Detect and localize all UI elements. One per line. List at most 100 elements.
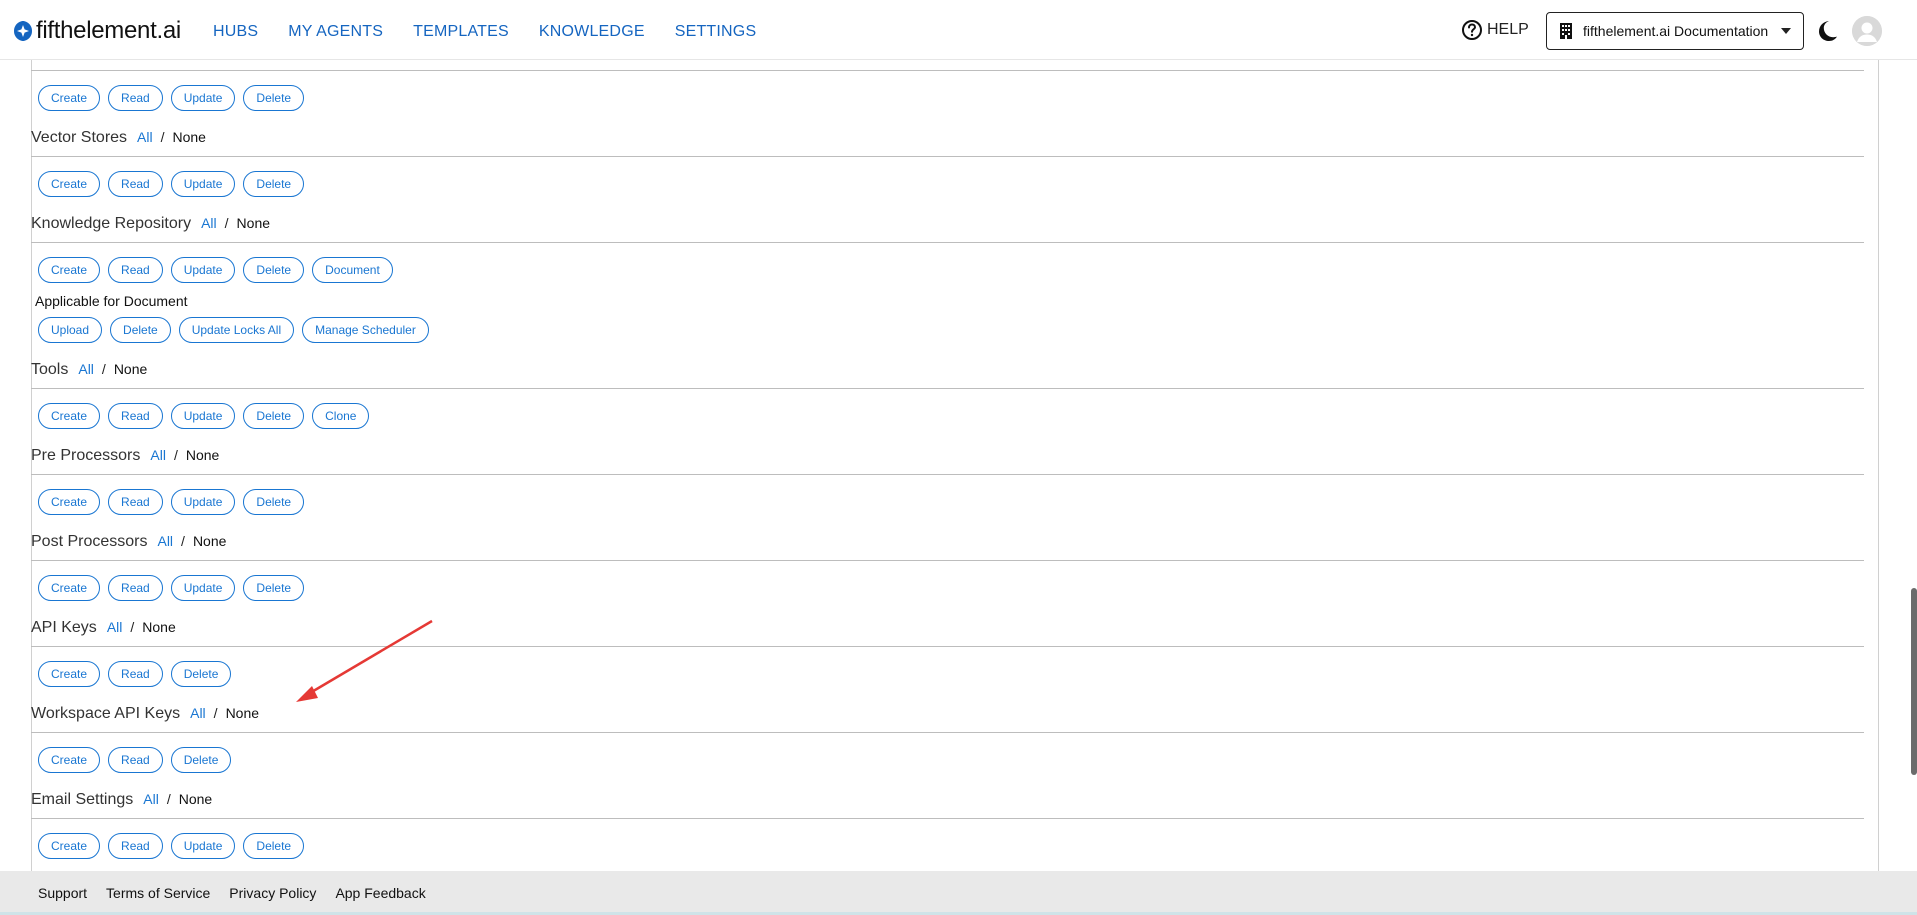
- delete-button[interactable]: Delete: [243, 403, 305, 429]
- slash-separator: /: [130, 619, 135, 635]
- select-none-link[interactable]: None: [173, 129, 206, 145]
- section-title: Tools: [31, 361, 69, 378]
- upload-button[interactable]: Upload: [38, 317, 103, 343]
- slash-separator: /: [224, 215, 229, 231]
- document-button[interactable]: Document: [312, 257, 393, 283]
- select-none-link[interactable]: None: [114, 361, 147, 377]
- dark-mode-toggle-icon[interactable]: [1814, 18, 1840, 44]
- select-none-link[interactable]: None: [193, 533, 226, 549]
- section-header: Post Processors All / None: [31, 533, 1864, 557]
- read-button[interactable]: Read: [108, 575, 163, 601]
- update-locks-all-button[interactable]: Update Locks All: [178, 317, 295, 343]
- select-all-link[interactable]: All: [150, 447, 166, 463]
- vertical-scrollbar-thumb[interactable]: [1911, 588, 1917, 775]
- slash-separator: /: [101, 361, 106, 377]
- select-all-link[interactable]: All: [190, 705, 206, 721]
- create-button[interactable]: Create: [38, 403, 101, 429]
- select-all-link[interactable]: All: [107, 619, 123, 635]
- avatar[interactable]: [1852, 16, 1882, 46]
- create-button[interactable]: Create: [38, 489, 101, 515]
- update-button[interactable]: Update: [170, 575, 236, 601]
- create-button[interactable]: Create: [38, 747, 101, 773]
- create-button[interactable]: Create: [38, 575, 101, 601]
- update-button[interactable]: Update: [170, 833, 236, 859]
- manage-scheduler-button[interactable]: Manage Scheduler: [302, 317, 429, 343]
- section-title: API Keys: [31, 619, 97, 636]
- section-divider: [31, 818, 1864, 819]
- section-header: Tools All / None: [31, 361, 1864, 385]
- slash-separator: /: [173, 447, 178, 463]
- select-none-link[interactable]: None: [237, 215, 270, 231]
- delete-button[interactable]: Delete: [170, 661, 232, 687]
- update-button[interactable]: Update: [170, 489, 236, 515]
- section-title: Workspace API Keys: [31, 705, 181, 722]
- brand-logo[interactable]: fifthelement.ai: [13, 16, 181, 46]
- section-divider: [31, 474, 1864, 475]
- footer-privacy-link[interactable]: Privacy Policy: [229, 885, 316, 901]
- select-all-link[interactable]: All: [143, 791, 159, 807]
- nav-knowledge[interactable]: KNOWLEDGE: [539, 21, 645, 43]
- footer-feedback-link[interactable]: App Feedback: [335, 885, 425, 901]
- delete-button[interactable]: Delete: [243, 171, 305, 197]
- select-all-link[interactable]: All: [137, 129, 153, 145]
- help-label: HELP: [1487, 21, 1529, 38]
- read-button[interactable]: Read: [108, 257, 163, 283]
- nav-templates[interactable]: TEMPLATES: [413, 21, 509, 43]
- create-button[interactable]: Create: [38, 171, 101, 197]
- select-none-link[interactable]: None: [226, 705, 259, 721]
- slash-separator: /: [213, 705, 218, 721]
- section-divider: [31, 242, 1864, 243]
- create-button[interactable]: Create: [38, 257, 101, 283]
- nav-hubs[interactable]: HUBS: [213, 21, 258, 43]
- update-button[interactable]: Update: [170, 257, 236, 283]
- read-button[interactable]: Read: [108, 747, 163, 773]
- help-button[interactable]: HELP: [1461, 19, 1529, 41]
- building-icon: [1560, 23, 1572, 39]
- footer-terms-link[interactable]: Terms of Service: [106, 885, 210, 901]
- section-title: Post Processors: [31, 533, 148, 550]
- top-navigation-bar: fifthelement.ai HUBS MY AGENTS TEMPLATES…: [0, 0, 1917, 60]
- delete-button[interactable]: Delete: [243, 833, 305, 859]
- update-button[interactable]: Update: [170, 171, 236, 197]
- section-pre-processors: Pre Processors All / None Create Read Up…: [31, 447, 1864, 515]
- read-button[interactable]: Read: [108, 403, 163, 429]
- update-button[interactable]: Update: [170, 403, 236, 429]
- embeddings-read-button[interactable]: Read: [108, 85, 163, 111]
- section-title: Knowledge Repository: [31, 215, 192, 232]
- delete-button[interactable]: Delete: [243, 489, 305, 515]
- read-button[interactable]: Read: [108, 833, 163, 859]
- footer-support-link[interactable]: Support: [38, 885, 87, 901]
- select-all-link[interactable]: All: [201, 215, 217, 231]
- read-button[interactable]: Read: [108, 171, 163, 197]
- section-tools: Tools All / None Create Read Update Dele…: [31, 361, 1864, 429]
- footer-links: Support Terms of Service Privacy Policy …: [38, 885, 445, 901]
- read-button[interactable]: Read: [108, 489, 163, 515]
- embeddings-delete-button[interactable]: Delete: [243, 85, 305, 111]
- document-delete-button[interactable]: Delete: [110, 317, 171, 343]
- slash-separator: /: [181, 533, 185, 549]
- read-button[interactable]: Read: [108, 661, 163, 687]
- delete-button[interactable]: Delete: [243, 257, 305, 283]
- select-all-link[interactable]: All: [157, 533, 173, 549]
- select-all-link[interactable]: All: [78, 361, 94, 377]
- document-permissions-label: Applicable for Document: [35, 293, 188, 309]
- select-none-link[interactable]: None: [186, 447, 219, 463]
- nav-my-agents[interactable]: MY AGENTS: [288, 21, 383, 43]
- embeddings-create-button[interactable]: Create: [38, 85, 101, 111]
- delete-button[interactable]: Delete: [170, 747, 232, 773]
- permission-buttons: Create Read Update Delete: [38, 489, 312, 515]
- footer: Support Terms of Service Privacy Policy …: [0, 871, 1917, 915]
- workspace-selector[interactable]: fifthelement.ai Documentation: [1546, 12, 1804, 50]
- delete-button[interactable]: Delete: [243, 575, 305, 601]
- select-none-link[interactable]: None: [179, 791, 212, 807]
- create-button[interactable]: Create: [38, 661, 101, 687]
- embeddings-update-button[interactable]: Update: [170, 85, 236, 111]
- clone-button[interactable]: Clone: [312, 403, 370, 429]
- select-none-link[interactable]: None: [142, 619, 175, 635]
- nav-settings[interactable]: SETTINGS: [675, 21, 757, 43]
- section-header: Knowledge Repository All / None: [31, 215, 1864, 239]
- create-button[interactable]: Create: [38, 833, 101, 859]
- section-vector-stores: Vector Stores All / None Create Read Upd…: [31, 129, 1864, 197]
- section-header: Vector Stores All / None: [31, 129, 1864, 153]
- permission-buttons: Create Read Delete: [38, 747, 239, 773]
